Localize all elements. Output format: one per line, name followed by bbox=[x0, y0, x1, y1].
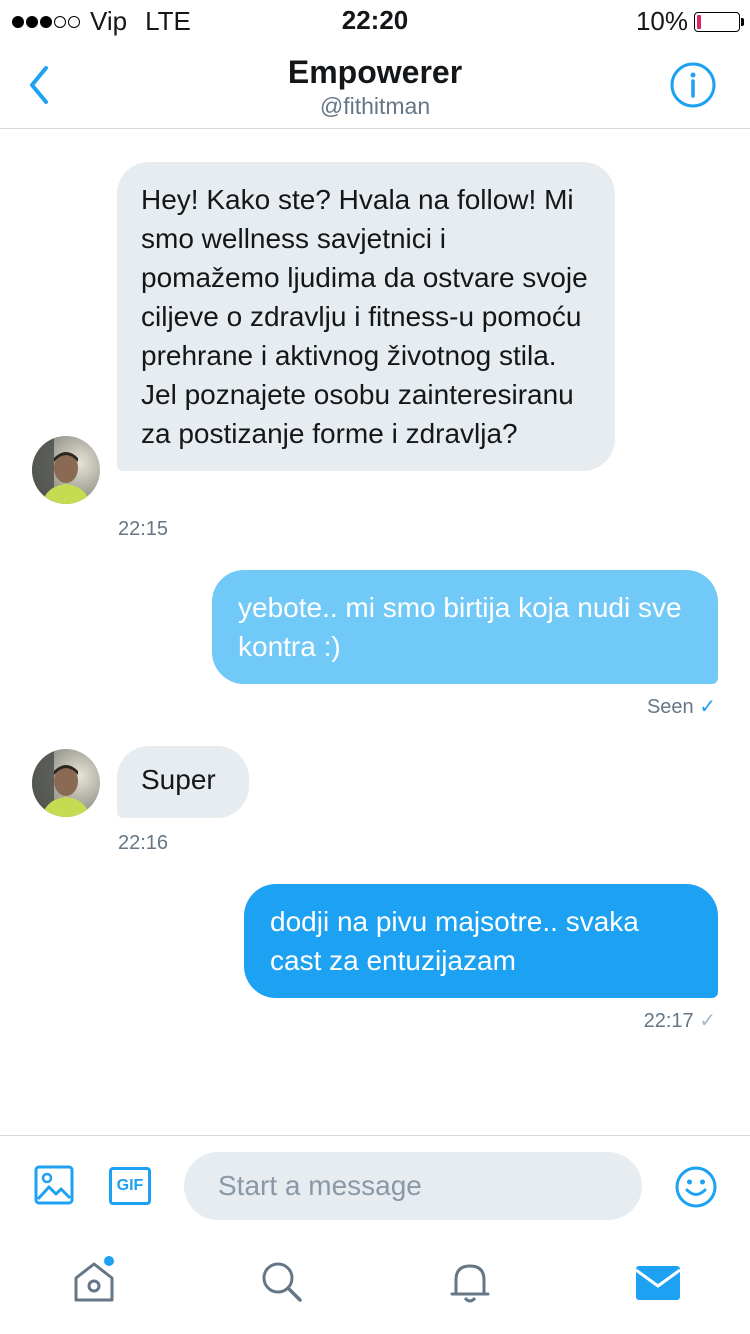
message-text: dodji na pivu majsotre.. svaka cast za e… bbox=[270, 906, 639, 976]
tab-notifications[interactable] bbox=[444, 1256, 496, 1308]
notifications-icon bbox=[450, 1264, 490, 1303]
message-text: Hey! Kako ste? Hvala na follow! Mi smo w… bbox=[141, 184, 588, 449]
image-icon bbox=[34, 1165, 74, 1205]
message-timestamp: 22:17 bbox=[643, 1010, 694, 1032]
message-bubble-outgoing[interactable]: dodji na pivu majsotre.. svaka cast za e… bbox=[244, 884, 718, 998]
message-bubble-incoming[interactable]: Super bbox=[117, 746, 249, 818]
image-button[interactable] bbox=[34, 1165, 74, 1205]
emoji-button[interactable] bbox=[674, 1165, 718, 1209]
gif-button[interactable]: GIF bbox=[109, 1167, 151, 1205]
search-icon bbox=[262, 1262, 302, 1302]
battery-icon bbox=[694, 11, 744, 32]
message-timestamp: 22:15 bbox=[118, 518, 169, 540]
checkmark-icon: ✓ bbox=[699, 696, 716, 718]
message-input[interactable] bbox=[184, 1152, 642, 1220]
battery-percent: 10% bbox=[635, 6, 688, 36]
conversation-handle: @fithitman bbox=[319, 93, 431, 119]
info-icon bbox=[670, 62, 716, 108]
message-timestamp: 22:16 bbox=[118, 832, 169, 854]
conversation-title: Empowerer bbox=[287, 54, 463, 90]
tab-messages[interactable] bbox=[632, 1256, 684, 1308]
home-icon bbox=[74, 1256, 114, 1302]
info-button[interactable] bbox=[668, 60, 718, 110]
message-timestamp-status: 22:17 ✓ bbox=[644, 1008, 716, 1033]
emoji-icon bbox=[675, 1166, 717, 1208]
avatar-image bbox=[32, 749, 100, 817]
gif-icon: GIF bbox=[116, 1177, 144, 1194]
seen-label: Seen bbox=[646, 696, 694, 718]
tab-search[interactable] bbox=[256, 1256, 308, 1308]
battery-status: 10% bbox=[635, 6, 744, 37]
avatar[interactable] bbox=[32, 436, 100, 504]
message-bubble-incoming[interactable]: Hey! Kako ste? Hvala na follow! Mi smo w… bbox=[117, 162, 615, 471]
status-bar: Vip LTE 22:20 10% bbox=[0, 0, 750, 40]
message-text: Super bbox=[141, 764, 216, 795]
avatar-image bbox=[32, 436, 100, 504]
message-text: yebote.. mi smo birtija koja nudi sve ko… bbox=[238, 592, 682, 662]
message-bubble-outgoing[interactable]: yebote.. mi smo birtija koja nudi sve ko… bbox=[212, 570, 718, 684]
checkmark-icon: ✓ bbox=[699, 1010, 716, 1032]
seen-status: Seen ✓ bbox=[647, 694, 716, 719]
tab-home[interactable] bbox=[68, 1256, 120, 1308]
avatar[interactable] bbox=[32, 749, 100, 817]
messages-icon bbox=[635, 1266, 681, 1300]
conversation-header: Empowerer @fithitman bbox=[0, 40, 750, 129]
